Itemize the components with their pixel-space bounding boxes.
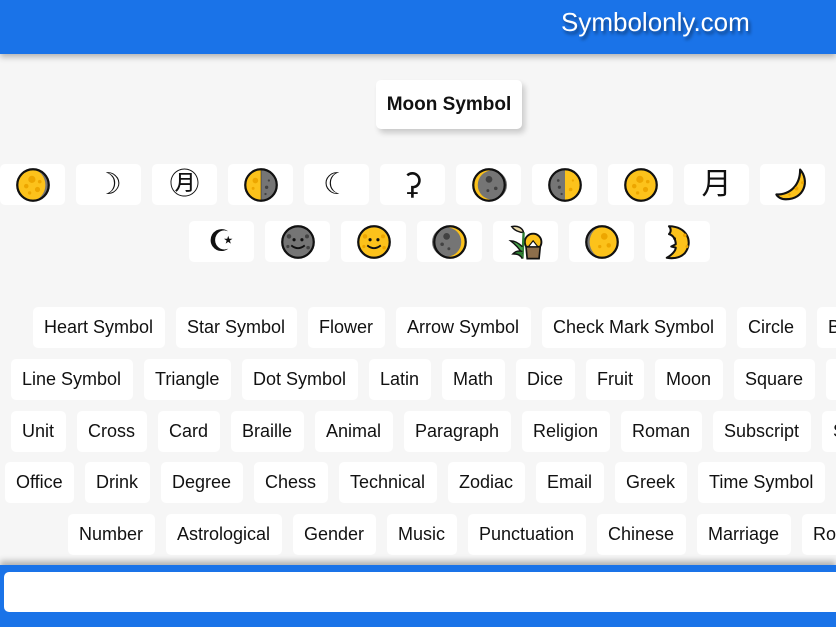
- category-tag-dice[interactable]: Dice: [516, 359, 575, 400]
- category-tag-arrow-symbol[interactable]: Arrow Symbol: [396, 307, 531, 348]
- symbol-tile-moon-ideograph[interactable]: 月: [684, 164, 749, 205]
- waning-gibbous-moon-emoji-icon: [584, 224, 620, 260]
- last-quarter-moon-emoji-icon: [15, 167, 51, 203]
- category-tag-roman[interactable]: Roman: [621, 411, 702, 452]
- mercury-like-symbol-glyph: ⚳: [401, 166, 424, 202]
- category-tag-greek[interactable]: Greek: [615, 462, 687, 503]
- category-tag-paragraph[interactable]: Paragraph: [404, 411, 511, 452]
- symbol-tile-last-quarter-moon-emoji[interactable]: [0, 164, 65, 205]
- category-tag-braille[interactable]: Braille: [231, 411, 304, 452]
- category-tag-chinese[interactable]: Chinese: [597, 514, 686, 555]
- symbol-tile-full-moon-emoji[interactable]: [608, 164, 673, 205]
- symbol-tile-waning-gibbous-moon-emoji[interactable]: [569, 221, 634, 262]
- symbol-tile-new-moon-face-emoji[interactable]: [265, 221, 330, 262]
- copy-text-input[interactable]: [4, 572, 836, 612]
- moon-ideograph-glyph: 月: [701, 166, 732, 202]
- category-tag-gender[interactable]: Gender: [293, 514, 376, 555]
- symbol-tile-last-quarter-moon-text[interactable]: ☾: [304, 164, 369, 205]
- category-tag-road[interactable]: Road: [802, 514, 836, 555]
- category-tag-zodiac[interactable]: Zodiac: [448, 462, 525, 503]
- waxing-crescent-moon-emoji-icon: [431, 224, 468, 260]
- crescent-moon-emoji-icon: [774, 166, 812, 204]
- symbol-tile-waxing-crescent-moon-emoji[interactable]: [417, 221, 482, 262]
- symbol-tile-crescent-moon-text[interactable]: ☽: [76, 164, 141, 205]
- category-tag-star-symbol[interactable]: Star Symbol: [176, 307, 297, 348]
- category-tag-line-symbol[interactable]: Line Symbol: [11, 359, 133, 400]
- category-tag-number[interactable]: Number: [68, 514, 155, 555]
- category-tag-music[interactable]: Music: [387, 514, 457, 555]
- category-tag-triangle[interactable]: Triangle: [144, 359, 231, 400]
- category-tag-punctuation[interactable]: Punctuation: [468, 514, 586, 555]
- site-logo-link[interactable]: Symbolonly.com: [561, 7, 750, 37]
- symbol-tile-moon-viewing-ceremony-emoji[interactable]: [493, 221, 558, 262]
- symbol-tile-first-quarter-moon-emoji[interactable]: [228, 164, 293, 205]
- category-tag-row: Office Drink Degree Chess Technical Zodiac Ema…: [0, 462, 836, 503]
- site-header: Symbolonly.com: [0, 0, 836, 54]
- category-tag-fruit[interactable]: Fruit: [586, 359, 644, 400]
- category-tag-superscript[interactable]: Superscript: [822, 411, 836, 452]
- full-moon-face-emoji-icon: [356, 224, 392, 260]
- category-tag-marriage[interactable]: Marriage: [697, 514, 791, 555]
- full-moon-emoji-icon: [623, 167, 659, 203]
- symbol-tile-circled-moon-ideograph[interactable]: ㊊: [152, 164, 217, 205]
- symbol-tile-waxing-crescent-moon-emoji[interactable]: [456, 164, 521, 205]
- new-moon-face-emoji-icon: [280, 224, 316, 260]
- star-and-crescent-glyph: ☪: [208, 223, 235, 259]
- first-quarter-moon-emoji-icon: [243, 167, 279, 203]
- category-tag-subscript[interactable]: Subscript: [713, 411, 811, 452]
- category-tag-chess[interactable]: Chess: [254, 462, 328, 503]
- moon-viewing-ceremony-emoji-icon: [507, 223, 545, 261]
- category-tag-row: Number Astrological Gender Music Punctuation…: [0, 514, 836, 555]
- crescent-moon-text-glyph: ☽: [95, 166, 122, 202]
- category-tag-cross[interactable]: Cross: [77, 411, 147, 452]
- category-tag-check-mark-symbol[interactable]: Check Mark Symbol: [542, 307, 726, 348]
- category-tag-rectangle[interactable]: Rectangle: [826, 359, 836, 400]
- category-tag-heart-symbol[interactable]: Heart Symbol: [33, 307, 165, 348]
- category-tag-row: Line Symbol Triangle Dot Symbol Latin Math Di…: [0, 359, 836, 400]
- category-tag-moon[interactable]: Moon: [655, 359, 723, 400]
- last-quarter-moon-emoji-2-icon: [547, 167, 583, 203]
- category-tag-time-symbol[interactable]: Time Symbol: [698, 462, 825, 503]
- category-tag-animal[interactable]: Animal: [315, 411, 393, 452]
- category-tag-math[interactable]: Math: [442, 359, 505, 400]
- category-tag-flower[interactable]: Flower: [308, 307, 385, 348]
- category-tag-religion[interactable]: Religion: [522, 411, 610, 452]
- category-tag-unit[interactable]: Unit: [11, 411, 66, 452]
- category-tag-latin[interactable]: Latin: [369, 359, 431, 400]
- symbol-tile-star-and-crescent[interactable]: ☪: [189, 221, 254, 262]
- last-quarter-moon-text-glyph: ☾: [323, 166, 350, 202]
- category-tag-degree[interactable]: Degree: [161, 462, 243, 503]
- page-title: Moon Symbol: [376, 80, 522, 129]
- category-tag-circle[interactable]: Circle: [737, 307, 806, 348]
- symbol-tile-full-moon-face-emoji[interactable]: [341, 221, 406, 262]
- category-tag-email[interactable]: Email: [536, 462, 604, 503]
- category-tag-square[interactable]: Square: [734, 359, 815, 400]
- category-tag-card[interactable]: Card: [158, 411, 220, 452]
- first-quarter-moon-face-emoji-icon: [660, 223, 696, 261]
- category-tag-drink[interactable]: Drink: [85, 462, 150, 503]
- symbol-tile-mercury-like-symbol[interactable]: ⚳: [380, 164, 445, 205]
- waxing-crescent-moon-emoji-icon: [471, 167, 507, 203]
- symbol-tile-last-quarter-moon-emoji-2[interactable]: [532, 164, 597, 205]
- category-tag-astrological[interactable]: Astrological: [166, 514, 282, 555]
- category-tag-row: Heart Symbol Star Symbol Flower Arrow Symbo…: [0, 307, 836, 348]
- circled-moon-ideograph-glyph: ㊊: [169, 166, 200, 202]
- symbol-tile-crescent-moon-emoji[interactable]: [760, 164, 825, 205]
- category-tag-technical[interactable]: Technical: [339, 462, 437, 503]
- category-tag-dot-symbol[interactable]: Dot Symbol: [242, 359, 358, 400]
- symbol-tile-first-quarter-moon-face-emoji[interactable]: [645, 221, 710, 262]
- category-tag-bracket[interactable]: Bracket: [817, 307, 836, 348]
- bottom-bar: [0, 565, 836, 627]
- category-tag-row: Unit Cross Card Braille Animal Paragraph Relig…: [0, 411, 836, 452]
- category-tag-office[interactable]: Office: [5, 462, 74, 503]
